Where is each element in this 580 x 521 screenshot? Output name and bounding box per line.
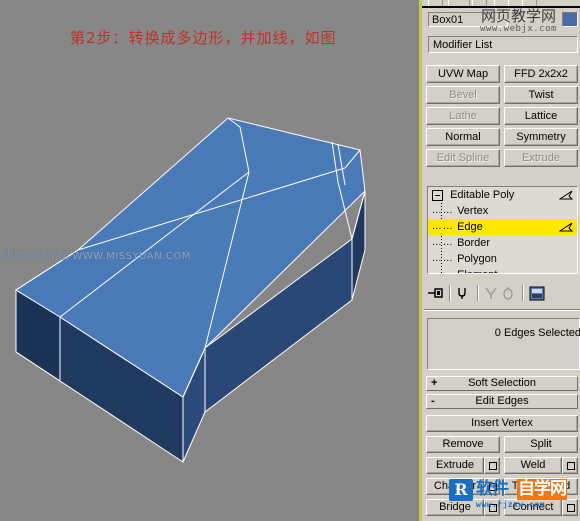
toolbar-icon-4[interactable] <box>494 0 509 6</box>
tree-branch-icon: …… <box>428 267 454 273</box>
target-weld-button[interactable]: Target Weld <box>504 478 578 495</box>
modifier-button-lattice[interactable]: Lattice <box>504 107 578 125</box>
pin-stack-icon[interactable] <box>427 285 444 302</box>
modifier-button-ffd-2x2x2[interactable]: FFD 2x2x2 <box>504 65 578 83</box>
stack-item-element[interactable]: …… Element <box>428 267 577 273</box>
stack-item-label: Edge <box>457 221 483 234</box>
rollout-label: Soft Selection <box>468 377 536 389</box>
remove-modifier-icon <box>500 285 517 302</box>
toolbar-icon-5[interactable] <box>508 0 523 6</box>
stack-item-label: Editable Poly <box>450 189 515 202</box>
remove-button[interactable]: Remove <box>426 436 500 453</box>
chamfer-button[interactable]: Chamfer <box>426 478 484 495</box>
bridge-button[interactable]: Bridge <box>426 499 484 516</box>
modifier-stack-toolbar[interactable] <box>427 282 578 304</box>
make-unique-icon <box>483 285 500 302</box>
toolbar-icon-6[interactable] <box>522 0 537 6</box>
modifier-button-sets[interactable]: UVW Map FFD 2x2x2 Bevel Twist Lathe Latt… <box>426 65 578 170</box>
selection-count-label: 0 Edges Selected <box>494 327 580 339</box>
connect-settings-button[interactable] <box>562 499 578 516</box>
extrude-button[interactable]: Extrude <box>426 457 484 474</box>
split-button[interactable]: Split <box>504 436 578 453</box>
tree-branch-icon: …… <box>428 205 454 217</box>
modifier-button-symmetry[interactable]: Symmetry <box>504 128 578 146</box>
collapse-toggle-icon[interactable] <box>432 189 443 201</box>
show-end-result-icon[interactable] <box>455 285 472 302</box>
extrude-settings-button[interactable] <box>484 457 500 474</box>
modifier-button-extrude: Extrude <box>504 149 578 167</box>
stack-item-label: Element <box>457 269 497 273</box>
rollout-expand-icon: + <box>431 377 438 389</box>
stack-item-editable-poly[interactable]: Editable Poly <box>428 187 577 203</box>
modifier-list-dropdown[interactable]: Modifier List <box>428 36 578 53</box>
panel-divider <box>424 309 580 311</box>
insert-vertex-button[interactable]: Insert Vertex <box>426 415 578 432</box>
selection-info-box: 0 Edges Selected <box>427 318 580 370</box>
rollout-soft-selection[interactable]: + Soft Selection <box>426 376 578 391</box>
rollout-collapse-icon: - <box>431 395 435 407</box>
viewport-watermark: 思缘设计论坛 WWW.MISSYUAN.COM <box>3 247 191 263</box>
stack-item-label: Polygon <box>457 253 497 266</box>
stack-item-edge[interactable]: …… Edge <box>428 219 577 235</box>
toolbar-separator <box>449 285 450 301</box>
viewport-watermark-url: WWW.MISSYUAN.COM <box>72 251 191 262</box>
stack-item-label: Border <box>457 237 491 250</box>
rollout-edit-edges[interactable]: - Edit Edges <box>426 394 578 409</box>
edit-edges-buttons[interactable]: Insert Vertex Remove Split Extrude Weld … <box>426 415 578 520</box>
weld-settings-button[interactable] <box>562 457 578 474</box>
viewport-perspective[interactable]: 第2步：转换成多边形，并加线，如图 思缘设计论坛 WWW.MISSYUAN.CO… <box>0 0 421 521</box>
object-name-input[interactable]: Box01 <box>428 12 508 27</box>
tutorial-step-annotation: 第2步：转换成多边形，并加线，如图 <box>70 29 337 47</box>
bridge-settings-button[interactable] <box>484 499 500 516</box>
modifier-button-bevel: Bevel <box>426 86 500 104</box>
object-color-swatch[interactable] <box>562 12 578 27</box>
modifier-button-edit-spline: Edit Spline <box>426 149 500 167</box>
toolbar-separator <box>477 285 478 301</box>
toolbar-icon-3[interactable] <box>472 0 487 6</box>
stack-item-vertex[interactable]: …… Vertex <box>428 203 577 219</box>
tree-branch-icon: …… <box>428 221 454 233</box>
toolbar-icon-2[interactable] <box>448 0 470 6</box>
stack-item-polygon[interactable]: …… Polygon <box>428 251 577 267</box>
toolbar-icon-1[interactable] <box>428 0 443 6</box>
modifier-button-normal[interactable]: Normal <box>426 128 500 146</box>
viewport-watermark-cn: 思缘设计论坛 <box>3 249 69 262</box>
toolbar-separator <box>522 285 523 301</box>
command-panel[interactable]: Box01 Modifier List UVW Map FFD 2x2x2 Be… <box>422 0 580 521</box>
show-end-result-arrow-icon[interactable] <box>559 190 573 201</box>
panel-top-toolbar-strip[interactable] <box>422 0 580 8</box>
tree-branch-icon: …… <box>428 253 454 265</box>
stack-item-label: Vertex <box>457 205 489 218</box>
connect-button[interactable]: Connect <box>504 499 562 516</box>
stack-item-border[interactable]: …… Border <box>428 235 577 251</box>
tree-branch-icon: …… <box>428 237 454 249</box>
modifier-button-twist[interactable]: Twist <box>504 86 578 104</box>
modifier-stack-list[interactable]: Editable Poly …… Vertex …… Edge …… Borde… <box>427 186 578 274</box>
configure-modifier-sets-icon[interactable] <box>528 285 547 302</box>
modifier-button-uvw-map[interactable]: UVW Map <box>426 65 500 83</box>
modifier-button-lathe: Lathe <box>426 107 500 125</box>
rollout-label: Edit Edges <box>475 395 529 407</box>
chamfer-settings-button[interactable] <box>484 478 500 495</box>
weld-button[interactable]: Weld <box>504 457 562 474</box>
edge-subobject-arrow-icon[interactable] <box>559 222 573 233</box>
